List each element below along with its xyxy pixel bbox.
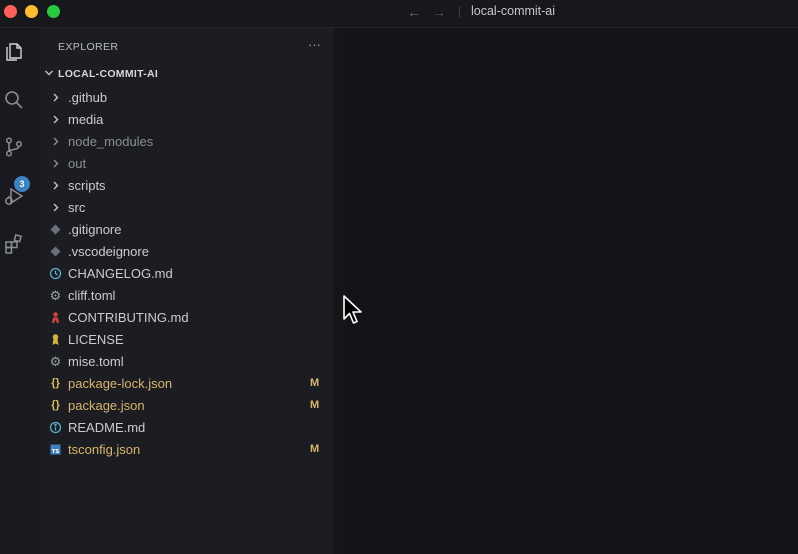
run-debug-icon[interactable] bbox=[3, 185, 25, 207]
git-file-icon bbox=[49, 245, 62, 258]
tree-folder-scripts[interactable]: scripts bbox=[40, 175, 334, 197]
gear-file-icon: ⚙ bbox=[49, 288, 62, 303]
tree-item-label: scripts bbox=[68, 178, 106, 193]
maximize-window-button[interactable] bbox=[47, 5, 60, 18]
tree-item-label: src bbox=[68, 200, 86, 215]
forward-arrow-icon[interactable]: → bbox=[432, 4, 446, 20]
title-bar: ← → local-commit-ai bbox=[0, 0, 798, 28]
tree-folder-src[interactable]: src bbox=[40, 197, 334, 219]
tree-file-contributing[interactable]: CONTRIBUTING.md bbox=[40, 307, 334, 329]
person-file-icon bbox=[49, 311, 62, 324]
tree-item-label: node_modules bbox=[68, 134, 154, 149]
tree-file-tsconfig[interactable]: TS tsconfig.json M bbox=[40, 439, 334, 461]
tree-item-label: package.json bbox=[68, 398, 145, 413]
tree-file-cliff[interactable]: ⚙ cliff.toml bbox=[40, 285, 334, 307]
clock-file-icon bbox=[49, 267, 62, 280]
tree-folder-out[interactable]: out bbox=[40, 153, 334, 175]
tree-file-gitignore[interactable]: .gitignore bbox=[40, 219, 334, 241]
chevron-right-icon bbox=[49, 113, 62, 126]
activity-bar: 3 bbox=[0, 28, 40, 554]
tree-item-label: CHANGELOG.md bbox=[68, 266, 173, 281]
tree-file-vscodeignore[interactable]: .vscodeignore bbox=[40, 241, 334, 263]
tree-folder-media[interactable]: media bbox=[40, 109, 334, 131]
gear-file-icon: ⚙ bbox=[49, 354, 62, 369]
more-actions-icon[interactable]: ··· bbox=[308, 37, 321, 52]
mouse-pointer-icon bbox=[343, 295, 362, 324]
explorer-title: EXPLORER bbox=[58, 41, 119, 53]
editor-empty-pane[interactable] bbox=[346, 34, 798, 554]
chevron-right-icon bbox=[49, 135, 62, 148]
tree-file-package[interactable]: {} package.json M bbox=[40, 395, 334, 417]
typescript-config-icon: TS bbox=[49, 443, 62, 456]
chevron-right-icon bbox=[49, 201, 62, 214]
search-icon[interactable] bbox=[3, 89, 25, 111]
tree-file-license[interactable]: LICENSE bbox=[40, 329, 334, 351]
workspace-root[interactable]: LOCAL-COMMIT-AI bbox=[40, 66, 334, 84]
workspace-root-label: LOCAL-COMMIT-AI bbox=[58, 68, 159, 80]
chevron-right-icon bbox=[49, 179, 62, 192]
tree-file-changelog[interactable]: CHANGELOG.md bbox=[40, 263, 334, 285]
tree-item-label: .github bbox=[68, 90, 108, 105]
certificate-file-icon bbox=[49, 333, 62, 346]
svg-text:TS: TS bbox=[52, 449, 60, 455]
explorer-files-icon[interactable] bbox=[3, 41, 25, 63]
modified-status-badge: M bbox=[310, 377, 320, 389]
back-arrow-icon[interactable]: ← bbox=[407, 4, 421, 20]
git-file-icon bbox=[49, 223, 62, 236]
tree-item-label: out bbox=[68, 156, 87, 171]
editor-area[interactable] bbox=[334, 28, 798, 554]
chevron-right-icon bbox=[49, 91, 62, 104]
tree-item-label: package-lock.json bbox=[68, 376, 173, 391]
json-braces-icon: {} bbox=[51, 399, 60, 411]
tree-item-label: README.md bbox=[68, 420, 146, 435]
tree-item-label: tsconfig.json bbox=[68, 442, 141, 457]
chevron-down-icon bbox=[45, 70, 53, 76]
title-divider bbox=[459, 6, 460, 18]
modified-status-badge: M bbox=[310, 443, 320, 455]
tree-item-label: cliff.toml bbox=[68, 288, 116, 303]
explorer-sidebar: EXPLORER ··· LOCAL-COMMIT-AI .github med… bbox=[40, 28, 334, 554]
info-file-icon bbox=[49, 421, 62, 434]
tree-item-label: .gitignore bbox=[68, 222, 122, 237]
window-title[interactable]: local-commit-ai bbox=[471, 4, 555, 18]
tree-item-label: media bbox=[68, 112, 104, 127]
minimize-window-button[interactable] bbox=[25, 5, 38, 18]
tree-item-label: .vscodeignore bbox=[68, 244, 149, 259]
tree-item-label: LICENSE bbox=[68, 332, 124, 347]
tree-item-label: mise.toml bbox=[68, 354, 124, 369]
chevron-right-icon bbox=[49, 157, 62, 170]
source-control-icon[interactable] bbox=[3, 136, 25, 158]
tree-folder-github[interactable]: .github bbox=[40, 87, 334, 109]
close-window-button[interactable] bbox=[4, 5, 17, 18]
tree-file-mise[interactable]: ⚙ mise.toml bbox=[40, 351, 334, 373]
modified-status-badge: M bbox=[310, 399, 320, 411]
json-braces-icon: {} bbox=[51, 377, 60, 389]
tree-item-label: CONTRIBUTING.md bbox=[68, 310, 189, 325]
tree-item-label-text: github bbox=[71, 90, 108, 105]
tree-file-readme[interactable]: README.md bbox=[40, 417, 334, 439]
extensions-icon[interactable] bbox=[3, 233, 25, 255]
tree-file-package-lock[interactable]: {} package-lock.json M bbox=[40, 373, 334, 395]
tree-folder-node-modules[interactable]: node_modules bbox=[40, 131, 334, 153]
